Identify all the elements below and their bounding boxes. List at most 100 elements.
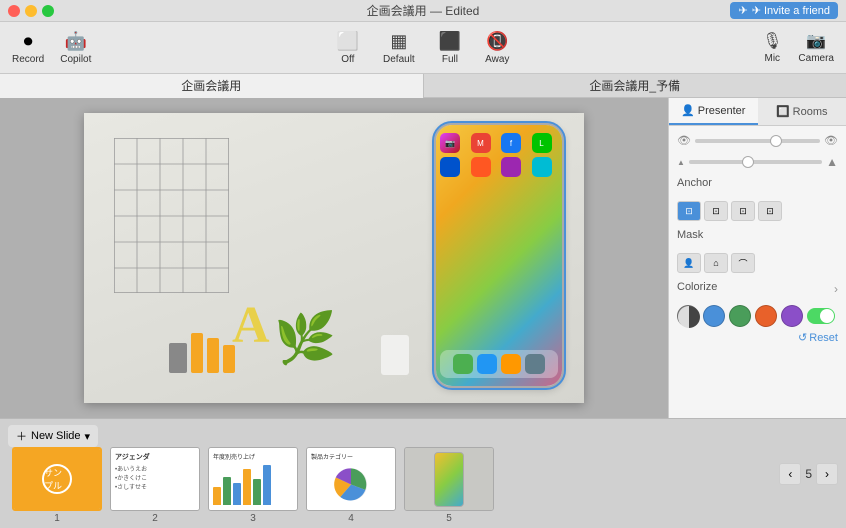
- instagram-icon: 📷: [440, 133, 460, 153]
- view-full-button[interactable]: ⬛ Full: [439, 31, 461, 65]
- view-away-icon: 📵: [486, 31, 508, 52]
- item4: [223, 345, 235, 373]
- colorize-toggle[interactable]: [807, 308, 835, 324]
- slide-num-3: 3: [250, 513, 256, 524]
- app-b: [440, 157, 460, 177]
- grid-wall: [114, 138, 229, 293]
- next-slide-button[interactable]: ›: [816, 463, 838, 485]
- slide-num-5: 5: [446, 513, 452, 524]
- anchor-btn-3[interactable]: ⊡: [731, 201, 755, 221]
- reset-icon: ↺: [798, 331, 807, 344]
- rooms-tab[interactable]: 🔲 Rooms: [758, 98, 846, 125]
- mic-button[interactable]: 🎙 Mic: [762, 31, 782, 64]
- filmstrip: ＋ New Slide ▾ サンプル 1 アジェンダ •あいうえお •かきくけこ: [0, 418, 846, 528]
- camera-label: Camera: [798, 53, 834, 64]
- tab-secondary-label: 企画会議用_予備: [589, 79, 680, 93]
- slide-thumb-4[interactable]: 製品カテゴリー 4: [306, 447, 396, 524]
- colorize-row: Colorize ›: [677, 281, 838, 297]
- slide-canvas[interactable]: A 🌿 📷 M f L: [84, 113, 584, 403]
- copilot-icon: 🤖: [65, 31, 87, 52]
- slide3-title: 年度別売り上げ: [213, 452, 293, 461]
- view-away-button[interactable]: 📵 Away: [485, 31, 509, 65]
- phone-dock: [440, 350, 558, 378]
- mask-btn-house[interactable]: ⌂: [704, 253, 728, 273]
- opacity-thumb[interactable]: [770, 135, 782, 147]
- anchor-btn-4[interactable]: ⊡: [758, 201, 782, 221]
- app-e: [532, 157, 552, 177]
- eye-icon: 👁: [677, 134, 691, 147]
- mask-btn-person[interactable]: 👤: [677, 253, 701, 273]
- maximize-button[interactable]: [42, 5, 54, 17]
- view-default-button[interactable]: ▦ Default: [383, 31, 415, 65]
- record-button[interactable]: ⏺ Record: [12, 31, 44, 65]
- reset-link[interactable]: ↺ Reset: [677, 331, 838, 344]
- mask-btn-curve[interactable]: ⌒: [731, 253, 755, 273]
- reset-label: Reset: [809, 332, 838, 344]
- camera-icon: 📷: [806, 31, 826, 51]
- rooms-label: Rooms: [793, 106, 828, 118]
- dock-1: [453, 354, 473, 374]
- bar-chart: [213, 463, 293, 505]
- app-row-2: [440, 157, 558, 177]
- color-blue-swatch[interactable]: [703, 305, 725, 327]
- minimize-button[interactable]: [25, 5, 37, 17]
- view-default-label: Default: [383, 54, 415, 65]
- invite-icon: ✈: [738, 4, 747, 17]
- tab-secondary[interactable]: 企画会議用_予備: [424, 74, 846, 98]
- slide1-label: サンプル: [44, 466, 70, 492]
- presenter-tab[interactable]: 👤 Presenter: [669, 98, 758, 125]
- panel-content: 👁 👁 ▲ ▲ Anchor ⊡ ⊡ ⊡: [669, 126, 846, 352]
- eye-icon-right: 👁: [824, 134, 838, 147]
- toggle-knob: [820, 309, 834, 323]
- rooms-icon: 🔲: [776, 105, 790, 118]
- slide-thumb-img-4: 製品カテゴリー: [306, 447, 396, 511]
- phone-mockup: 📷 M f L: [434, 123, 564, 388]
- window-title: 企画会議用 — Edited: [367, 2, 480, 19]
- new-slide-chevron: ▾: [85, 430, 91, 443]
- bar2: [223, 477, 231, 505]
- mask-icons: 👤 ⌂ ⌒: [677, 253, 838, 273]
- gmail-icon: M: [471, 133, 491, 153]
- size-slider[interactable]: [689, 160, 822, 164]
- invite-label: ✈ Invite a friend: [752, 4, 830, 17]
- slide-thumb-img-3: 年度別売り上げ: [208, 447, 298, 511]
- color-green-swatch[interactable]: [729, 305, 751, 327]
- color-orange-swatch[interactable]: [755, 305, 777, 327]
- slide-thumb-3[interactable]: 年度別売り上げ 3: [208, 447, 298, 524]
- fb-icon: f: [501, 133, 521, 153]
- dock-2: [477, 354, 497, 374]
- slide-thumb-1[interactable]: サンプル 1: [12, 447, 102, 524]
- anchor-label: Anchor: [677, 177, 712, 189]
- view-off-button[interactable]: ⬜ Off: [337, 31, 359, 65]
- color-purple-swatch[interactable]: [781, 305, 803, 327]
- slide-thumb-5[interactable]: 5: [404, 447, 494, 524]
- item2: [191, 333, 203, 373]
- close-button[interactable]: [8, 5, 20, 17]
- tab-main[interactable]: 企画会議用: [0, 74, 424, 98]
- slide5-content: [405, 448, 493, 510]
- anchor-btn-1[interactable]: ⊡: [677, 201, 701, 221]
- slide1-bg: サンプル: [14, 449, 100, 509]
- slide-thumb-2[interactable]: アジェンダ •あいうえお •かきくけこ •さしすせそ 2: [110, 447, 200, 524]
- copilot-button[interactable]: 🤖 Copilot: [60, 31, 91, 65]
- opacity-slider[interactable]: [695, 139, 820, 143]
- tab-bar: 企画会議用 企画会議用_予備: [0, 74, 846, 98]
- size-thumb[interactable]: [742, 156, 754, 168]
- prev-slide-button[interactable]: ‹: [779, 463, 801, 485]
- slide4-title: 製品カテゴリー: [311, 452, 353, 461]
- color-swatches: [677, 305, 838, 327]
- colorize-expand-icon: ›: [834, 282, 838, 296]
- anchor-btn-2[interactable]: ⊡: [704, 201, 728, 221]
- tab-main-label: 企画会議用: [181, 79, 241, 93]
- view-away-label: Away: [485, 54, 509, 65]
- camera-button[interactable]: 📷 Camera: [798, 31, 834, 64]
- grid-svg: [114, 138, 229, 293]
- slide4-content: 製品カテゴリー: [307, 448, 395, 510]
- new-slide-button[interactable]: ＋ New Slide ▾: [8, 425, 98, 447]
- invite-button[interactable]: ✈ ✈ Invite a friend: [730, 2, 838, 19]
- slide2-content: アジェンダ •あいうえお •かきくけこ •さしすせそ: [111, 448, 199, 510]
- record-label: Record: [12, 54, 44, 65]
- anchor-icons: ⊡ ⊡ ⊡ ⊡: [677, 201, 838, 221]
- color-bw-swatch[interactable]: [677, 305, 699, 327]
- opacity-row: 👁 👁: [677, 134, 838, 147]
